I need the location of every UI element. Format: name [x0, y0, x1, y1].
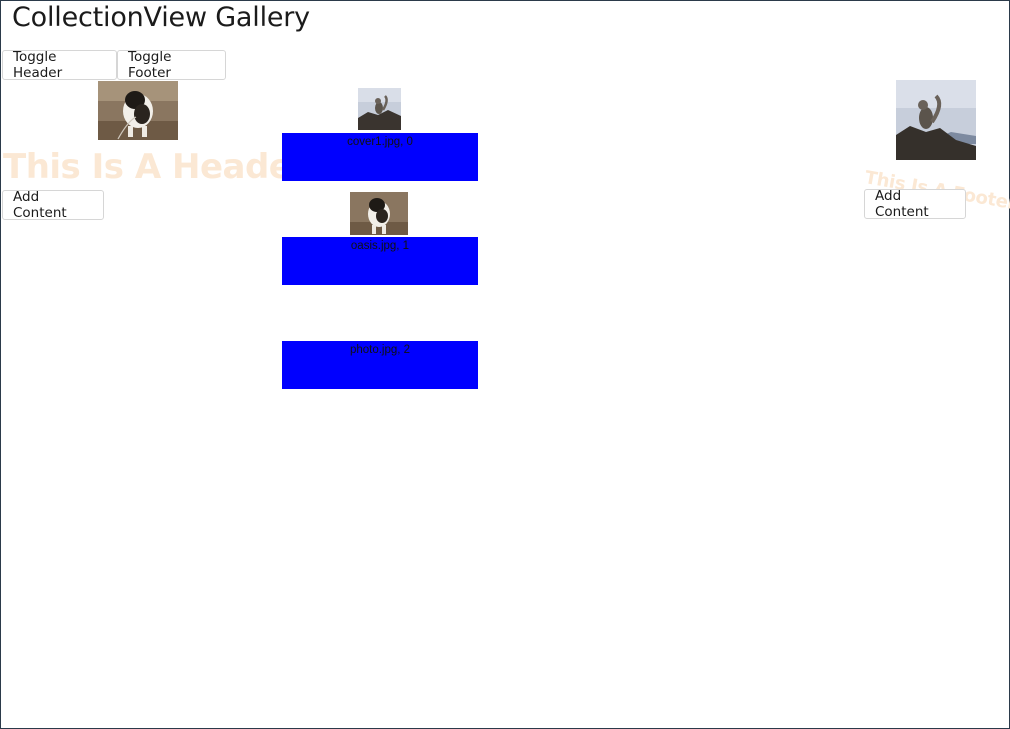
item-1-caption: oasis.jpg, 1 [350, 240, 410, 252]
header-add-content-button[interactable]: Add Content [2, 189, 104, 221]
app-window: CollectionView Gallery Toggle Header Tog… [0, 0, 1010, 729]
item-0-caption-box: cover1.jpg, 0 [282, 133, 478, 181]
header-dog-image [98, 81, 178, 140]
toggle-footer-button[interactable]: Toggle Footer [117, 49, 226, 81]
page-title: CollectionView Gallery [12, 2, 310, 33]
item-1-caption-box: oasis.jpg, 1 [282, 237, 478, 285]
footer-squirrel-image [896, 80, 976, 160]
toggle-header-button[interactable]: Toggle Header [2, 49, 117, 81]
item-0-squirrel-image [358, 88, 401, 130]
item-2-caption: photo.jpg, 2 [349, 344, 411, 356]
footer-add-content-button[interactable]: Add Content [864, 188, 966, 220]
item-2-caption-box: photo.jpg, 2 [282, 341, 478, 389]
item-0-caption: cover1.jpg, 0 [347, 136, 413, 148]
item-1-dog-image [350, 192, 408, 235]
header-title: This Is A Header [3, 147, 308, 187]
